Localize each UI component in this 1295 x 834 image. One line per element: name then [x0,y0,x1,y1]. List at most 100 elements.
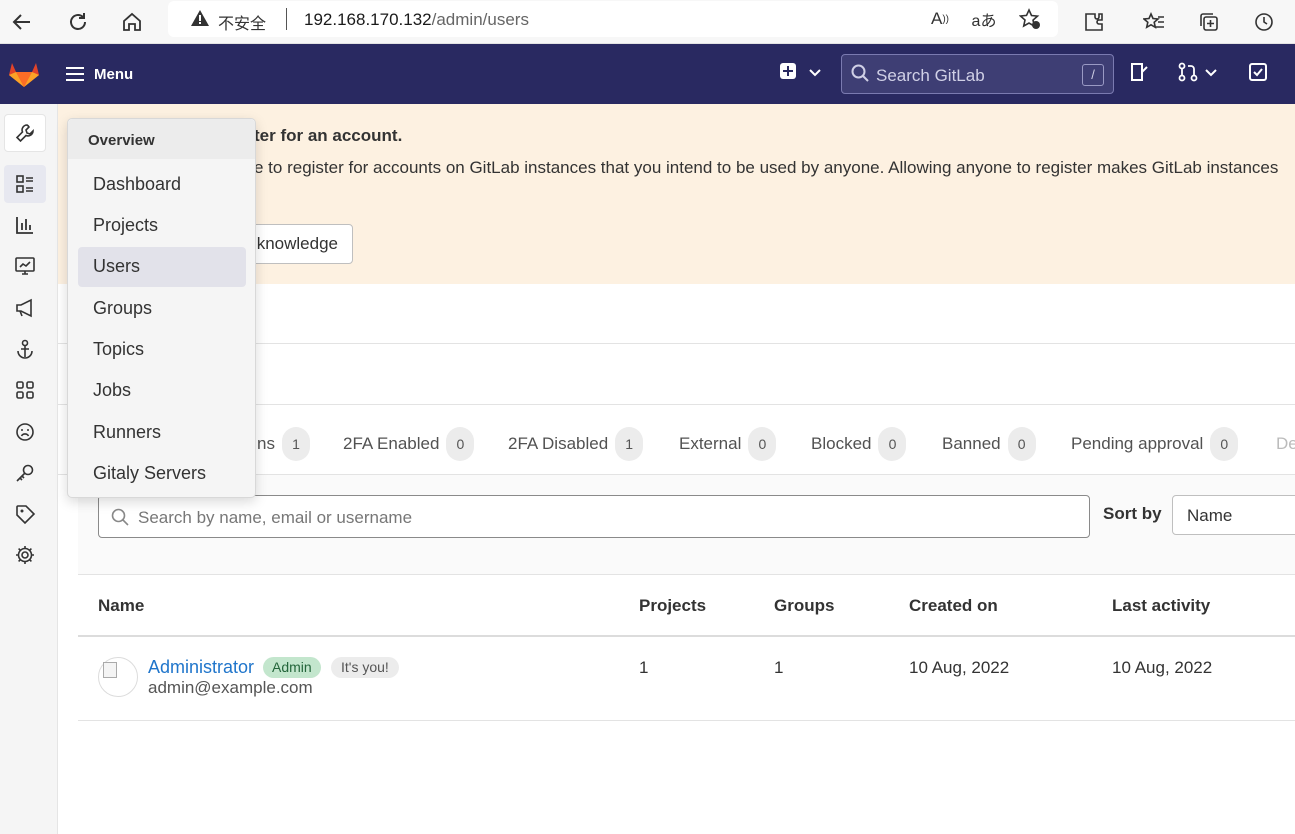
new-item-icon[interactable] [779,62,797,85]
flyout-item-runners[interactable]: Runners [78,413,246,453]
gitlab-top-nav: Menu Search GitLab / [0,44,1295,104]
sort-label: Sort by [1103,504,1162,523]
overview-icon[interactable] [4,165,46,203]
acknowledge-button[interactable]: knowledge [248,224,353,264]
insecure-label: 不安全 [218,16,267,33]
its-you-badge: It's you! [331,657,399,678]
tab-pending-approval[interactable]: Pending approval 0 [1071,424,1239,464]
chevron-down-icon[interactable] [808,64,822,85]
warning-icon [190,9,210,32]
tab-label: 2FA Disabled [508,434,609,453]
tab-label: Banned [942,434,1001,453]
tab-blocked[interactable]: Blocked 0 [811,424,907,464]
back-icon[interactable] [8,8,36,36]
translate-icon[interactable]: aあ [970,5,998,33]
created-on: 10 Aug, 2022 [909,658,1010,677]
flyout-item-projects[interactable]: Projects [78,206,246,246]
flyout-title: Overview [68,119,255,159]
flyout-item-topics[interactable]: Topics [78,330,246,370]
url-path: /admin/users [431,10,529,29]
merge-requests-icon[interactable] [1178,62,1198,87]
tab-banned[interactable]: Banned 0 [942,424,1036,464]
menu-label: Menu [94,65,134,83]
url-divider [286,8,287,30]
banner-title: ter for an account. [254,126,403,145]
deploy-keys-icon[interactable] [4,454,46,492]
flyout-item-users[interactable]: Users [78,247,246,287]
collections-icon[interactable] [1195,8,1223,36]
abuse-reports-icon[interactable] [4,413,46,451]
url-host: 192.168.170.132 [304,10,432,29]
tab-label: 2FA Enabled [343,434,440,453]
search-gitlab-input[interactable]: Search GitLab / [841,54,1114,94]
column-header-last-activity: Last activity [1112,596,1211,615]
acknowledge-label: knowledge [256,234,338,253]
admin-area-icon[interactable] [4,114,46,152]
column-header-projects: Projects [639,596,707,615]
sort-value: Name [1187,506,1233,525]
sort-select[interactable]: Name [1172,495,1295,535]
user-name-link[interactable]: Administrator [148,657,254,678]
flyout-item-gitaly-servers[interactable]: Gitaly Servers [78,454,246,494]
tab-label: Blocked [811,434,872,453]
applications-icon[interactable] [4,371,46,409]
favorite-add-icon[interactable] [1016,5,1044,33]
tab-deactivated[interactable]: De [1276,424,1295,464]
column-header-created-on: Created on [909,596,998,615]
user-email: admin@example.com [148,678,313,697]
extensions-icon[interactable] [1080,8,1108,36]
tab-count: 0 [446,427,475,461]
favorites-icon[interactable] [1140,8,1168,36]
hamburger-icon [66,67,84,81]
issues-icon[interactable] [1129,62,1149,87]
url-text: 192.168.170.132/admin/users [304,10,529,30]
search-placeholder: Search GitLab [876,66,985,85]
flyout-item-groups[interactable]: Groups [78,289,246,329]
hooks-icon[interactable] [4,330,46,368]
history-icon[interactable] [1250,8,1278,36]
broken-image-icon [103,662,117,678]
overview-flyout-menu: Overview Dashboard Projects Users Groups… [67,118,256,498]
last-activity: 10 Aug, 2022 [1112,658,1213,677]
todo-icon[interactable] [1248,62,1268,87]
column-header-name: Name [98,596,145,615]
avatar[interactable] [98,657,138,697]
groups-count: 1 [774,658,784,677]
column-header-groups: Groups [774,596,835,615]
tab-label: De [1276,434,1295,453]
monitoring-icon[interactable] [4,247,46,285]
search-shortcut-hint: / [1082,64,1104,86]
flyout-item-dashboard[interactable]: Dashboard [78,165,246,205]
menu-button[interactable]: Menu [66,60,133,88]
refresh-icon[interactable] [64,8,92,36]
analytics-icon[interactable] [4,206,46,244]
tab-external[interactable]: External 0 [679,424,777,464]
read-aloud-icon[interactable]: A)) [926,5,954,33]
address-bar[interactable]: 不安全 192.168.170.132/admin/users A)) aあ [168,1,1058,37]
tab-count: 1 [281,427,310,461]
search-icon [111,508,129,526]
tab-2fa-enabled[interactable]: 2FA Enabled 0 [343,424,475,464]
admin-sidebar [0,104,58,834]
labels-icon[interactable] [4,495,46,533]
user-search-placeholder: Search by name, email or username [138,508,413,527]
banner-body: e to register for accounts on GitLab ins… [254,158,1279,177]
tab-count: 0 [1210,427,1239,461]
row-divider [78,720,1295,721]
messages-icon[interactable] [4,289,46,327]
tab-2fa-disabled[interactable]: 2FA Disabled 1 [508,424,644,464]
tab-count: 0 [1007,427,1036,461]
tab-label: External [679,434,742,453]
home-icon[interactable] [118,8,146,36]
tab-label: Pending approval [1071,434,1204,453]
table-header-divider [78,635,1295,637]
user-search-input[interactable]: Search by name, email or username [98,495,1090,538]
gitlab-logo-icon[interactable] [6,56,42,92]
settings-gear-icon[interactable] [4,536,46,574]
browser-toolbar: 不安全 192.168.170.132/admin/users A)) aあ [0,0,1295,44]
flyout-item-jobs[interactable]: Jobs [78,371,246,411]
tab-admins[interactable]: ns 1 [257,424,310,464]
tab-count: 1 [615,427,644,461]
search-icon [851,64,869,82]
mr-chevron-down-icon[interactable] [1204,64,1218,85]
